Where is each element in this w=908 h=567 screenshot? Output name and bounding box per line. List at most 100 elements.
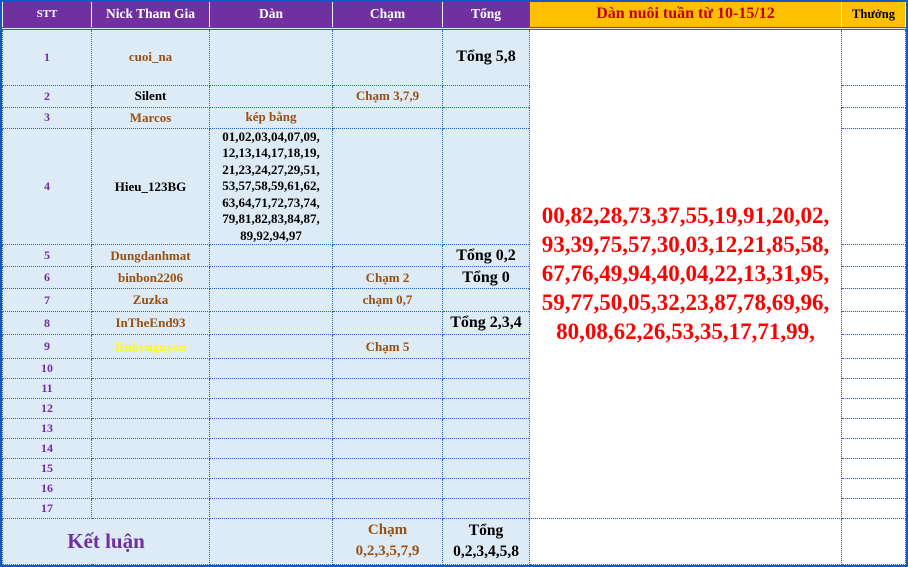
row-number[interactable]: 6 [3, 267, 92, 289]
reward-cell[interactable] [842, 28, 906, 85]
reward-cell[interactable] [842, 107, 906, 128]
dan-cell[interactable] [210, 438, 333, 458]
reward-header[interactable]: Thưởng [842, 2, 906, 28]
nick-cell[interactable] [92, 398, 210, 418]
row-number[interactable]: 1 [3, 28, 92, 85]
row-number[interactable]: 3 [3, 107, 92, 128]
tong-cell[interactable] [443, 289, 530, 312]
nick-cell[interactable] [92, 438, 210, 458]
tong-cell[interactable] [443, 478, 530, 498]
cham-cell[interactable] [333, 128, 443, 245]
nick-cell[interactable]: binbon2206 [92, 267, 210, 289]
row-number[interactable]: 10 [3, 358, 92, 378]
pool-numbers-cell[interactable]: 00,82,28,73,37,55,19,91,20,02, 93,39,75,… [530, 28, 842, 518]
nick-cell[interactable]: Marcos [92, 107, 210, 128]
cham-cell[interactable]: Chạm 3,7,9 [333, 85, 443, 107]
row-number[interactable]: 14 [3, 438, 92, 458]
tong-cell[interactable] [443, 107, 530, 128]
cham-cell[interactable] [333, 107, 443, 128]
tong-cell[interactable] [443, 128, 530, 245]
dan-cell[interactable] [210, 312, 333, 335]
conclusion-pool-cell[interactable] [530, 518, 842, 564]
nick-cell[interactable]: Zuzka [92, 289, 210, 312]
reward-cell[interactable] [842, 85, 906, 107]
dan-cell[interactable] [210, 289, 333, 312]
row-number[interactable]: 13 [3, 418, 92, 438]
pool-title[interactable]: Dàn nuôi tuần từ 10-15/12 [530, 2, 842, 28]
dan-cell[interactable] [210, 267, 333, 289]
tong-cell[interactable] [443, 398, 530, 418]
reward-cell[interactable] [842, 245, 906, 267]
tong-cell[interactable] [443, 358, 530, 378]
nick-cell[interactable] [92, 358, 210, 378]
tong-cell[interactable]: Tổng 0 [443, 267, 530, 289]
conclusion-reward-cell[interactable] [842, 518, 906, 564]
cham-cell[interactable] [333, 398, 443, 418]
tong-cell[interactable]: Tổng 2,3,4 [443, 312, 530, 335]
nick-cell[interactable] [92, 498, 210, 518]
dan-cell[interactable] [210, 498, 333, 518]
tong-cell[interactable]: Tổng 5,8 [443, 28, 530, 85]
reward-cell[interactable] [842, 498, 906, 518]
cham-cell[interactable]: chạm 0,7 [333, 289, 443, 312]
dan-cell[interactable] [210, 378, 333, 398]
reward-cell[interactable] [842, 312, 906, 335]
row-number[interactable]: 7 [3, 289, 92, 312]
cham-cell[interactable] [333, 358, 443, 378]
dan-cell[interactable] [210, 478, 333, 498]
reward-cell[interactable] [842, 289, 906, 312]
dan-cell[interactable]: 01,02,03,04,07,09, 12,13,14,17,18,19, 21… [210, 128, 333, 245]
col-header-stt[interactable]: STT [3, 2, 92, 28]
row-number[interactable]: 16 [3, 478, 92, 498]
col-header-dan[interactable]: Dàn [210, 2, 333, 28]
row-number[interactable]: 11 [3, 378, 92, 398]
conclusion-label[interactable]: Kết luận [3, 518, 210, 564]
cham-cell[interactable]: Chạm 2 [333, 267, 443, 289]
cham-cell[interactable] [333, 245, 443, 267]
col-header-tong[interactable]: Tổng [443, 2, 530, 28]
reward-cell[interactable] [842, 267, 906, 289]
reward-cell[interactable] [842, 398, 906, 418]
tong-cell[interactable] [443, 378, 530, 398]
reward-cell[interactable] [842, 128, 906, 245]
nick-cell[interactable]: Silent [92, 85, 210, 107]
cham-cell[interactable] [333, 458, 443, 478]
col-header-nick[interactable]: Nick Tham Gia [92, 2, 210, 28]
dan-cell[interactable] [210, 85, 333, 107]
dan-cell[interactable] [210, 418, 333, 438]
cham-cell[interactable] [333, 28, 443, 85]
reward-cell[interactable] [842, 478, 906, 498]
dan-cell[interactable] [210, 28, 333, 85]
cham-cell[interactable]: Chạm 5 [333, 335, 443, 358]
nick-cell[interactable] [92, 478, 210, 498]
nick-cell[interactable] [92, 458, 210, 478]
cham-cell[interactable] [333, 312, 443, 335]
reward-cell[interactable] [842, 458, 906, 478]
reward-cell[interactable] [842, 358, 906, 378]
nick-cell[interactable]: Dungdanhmat [92, 245, 210, 267]
nick-cell[interactable]: cuoi_na [92, 28, 210, 85]
cham-cell[interactable] [333, 418, 443, 438]
row-number[interactable]: 9 [3, 335, 92, 358]
row-number[interactable]: 2 [3, 85, 92, 107]
conclusion-dan-cell[interactable] [210, 518, 333, 564]
tong-cell[interactable] [443, 438, 530, 458]
dan-cell[interactable] [210, 458, 333, 478]
cham-cell[interactable] [333, 498, 443, 518]
cham-cell[interactable] [333, 478, 443, 498]
reward-cell[interactable] [842, 378, 906, 398]
conclusion-cham[interactable]: Chạm 0,2,3,5,7,9 [333, 518, 443, 564]
reward-cell[interactable] [842, 335, 906, 358]
tong-cell[interactable]: Tổng 0,2 [443, 245, 530, 267]
tong-cell[interactable] [443, 85, 530, 107]
nick-cell[interactable] [92, 378, 210, 398]
dan-cell[interactable] [210, 358, 333, 378]
dan-cell[interactable]: kép bằng [210, 107, 333, 128]
row-number[interactable]: 5 [3, 245, 92, 267]
nick-cell[interactable] [92, 418, 210, 438]
row-number[interactable]: 15 [3, 458, 92, 478]
cham-cell[interactable] [333, 378, 443, 398]
conclusion-tong[interactable]: Tổng 0,2,3,4,5,8 [443, 518, 530, 564]
col-header-cham[interactable]: Chạm [333, 2, 443, 28]
dan-cell[interactable] [210, 335, 333, 358]
